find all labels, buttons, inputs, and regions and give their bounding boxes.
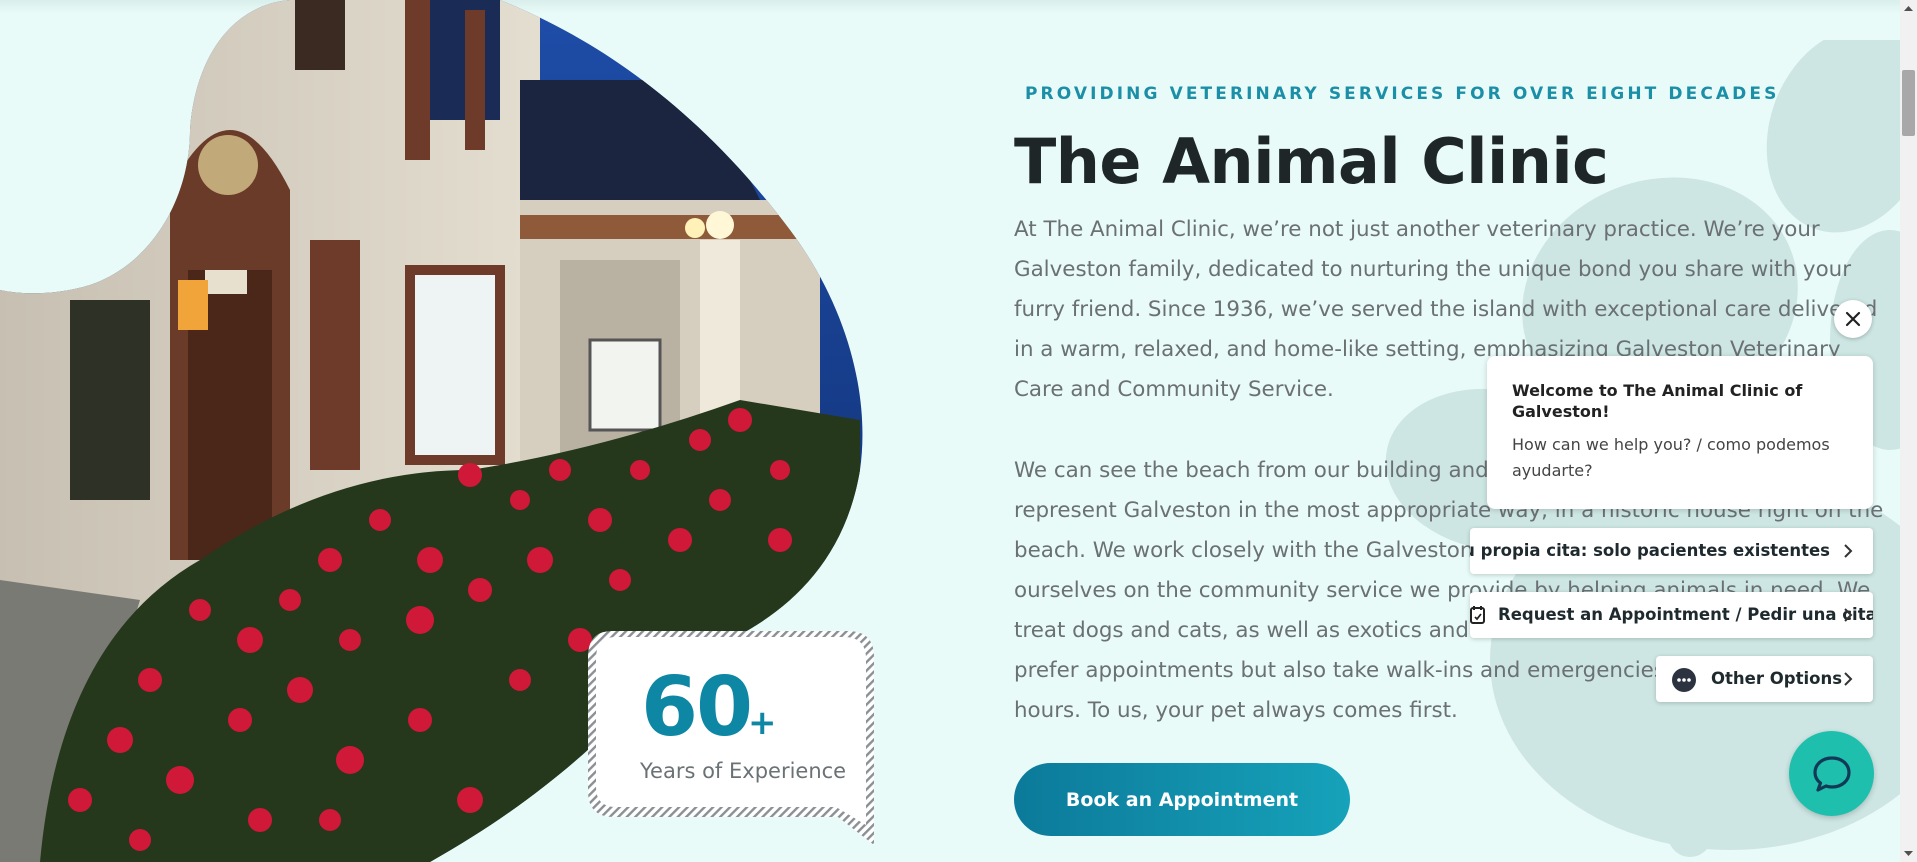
chat-close-button[interactable] — [1834, 300, 1872, 338]
chevron-right-icon — [1844, 608, 1853, 622]
chat-welcome-title: Welcome to The Animal Clinic of Galvesto… — [1512, 381, 1803, 421]
calendar-icon — [1470, 606, 1485, 624]
more-dots-icon — [1672, 668, 1696, 692]
chat-option-other[interactable]: Other Options — [1656, 656, 1873, 702]
hero-eyebrow: PROVIDING VETERINARY SERVICES FOR OVER E… — [1025, 84, 1780, 104]
experience-plus: + — [748, 703, 777, 743]
page: 60 + Years of Experience PROVIDING VETER… — [0, 0, 1900, 862]
page-title: The Animal Clinic — [1014, 125, 1609, 198]
intro-line: furry friend. Since 1936, we’ve served t… — [1014, 297, 1878, 322]
chevron-right-icon — [1844, 544, 1853, 558]
chat-option-self-schedule[interactable]: rve su propia cita: solo pacientes exist… — [1470, 528, 1873, 574]
experience-number: 60 — [641, 660, 753, 755]
chat-option-label: Request an Appointment / Pedir una cita — [1498, 605, 1873, 624]
scroll-up-arrow-icon[interactable] — [1900, 0, 1917, 17]
experience-label: Years of Experience — [640, 759, 847, 783]
chat-launcher-button[interactable] — [1789, 731, 1874, 816]
chat-welcome-subtitle: How can we help you? / como podemos ayud… — [1512, 435, 1830, 480]
chat-option-label: rve su propia cita: solo pacientes exist… — [1470, 541, 1830, 560]
page-scrollbar[interactable] — [1900, 0, 1917, 862]
close-icon — [1845, 311, 1861, 327]
intro-line: At The Animal Clinic, we’re not just ano… — [1014, 217, 1820, 242]
scrollbar-thumb[interactable] — [1902, 70, 1915, 136]
book-appointment-button[interactable]: Book an Appointment — [1014, 763, 1350, 836]
chevron-right-icon — [1844, 672, 1853, 686]
chat-option-label: Other Options — [1711, 669, 1843, 688]
chat-bubble-icon — [1812, 755, 1851, 792]
experience-card: 60 + Years of Experience — [586, 627, 876, 847]
chat-welcome-bubble: Welcome to The Animal Clinic of Galvesto… — [1487, 356, 1873, 509]
chat-option-request-appointment[interactable]: Request an Appointment / Pedir una cita — [1470, 592, 1873, 638]
intro-line: Galveston family, dedicated to nurturing… — [1014, 257, 1852, 282]
scroll-down-arrow-icon[interactable] — [1900, 845, 1917, 862]
